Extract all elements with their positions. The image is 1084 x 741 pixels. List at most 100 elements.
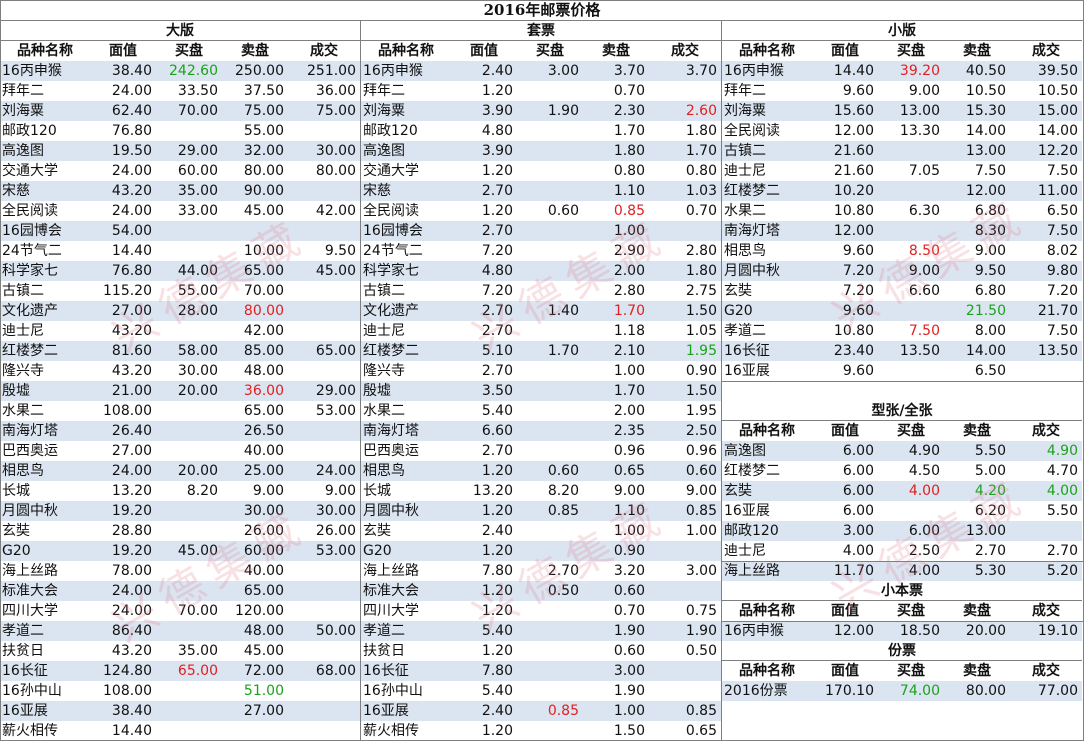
deal-price: 77.00: [1037, 683, 1078, 699]
bid-price: 20.00: [177, 383, 218, 399]
face-value: 108.00: [103, 403, 152, 419]
stamp-name: 16长征: [724, 343, 770, 359]
stamp-name: G20: [2, 543, 31, 559]
face-value: 10.20: [833, 183, 874, 199]
column-header: 面值: [109, 43, 137, 59]
stamp-name: 海上丝路: [363, 563, 419, 579]
ask-price: 1.90: [613, 623, 645, 639]
column-header: 面值: [831, 603, 859, 619]
face-value: 6.00: [842, 443, 874, 459]
ask-price: 250.00: [235, 63, 284, 79]
face-value: 6.00: [842, 503, 874, 519]
stamp-name: 刘海粟: [724, 103, 766, 119]
deal-price: 1.80: [685, 123, 717, 139]
deal-price: [649, 221, 721, 241]
bid-price: 60.00: [177, 163, 218, 179]
face-value: 14.40: [111, 723, 152, 739]
stamp-name: 扶贫日: [2, 643, 44, 659]
face-value: 7.20: [481, 283, 513, 299]
stamp-name: 红楼梦二: [724, 463, 780, 479]
deal-price: 0.85: [685, 503, 717, 519]
ask-price: 8.00: [974, 323, 1006, 339]
deal-price: [288, 301, 360, 321]
section-divider: [722, 621, 1084, 622]
stamp-name: 南海灯塔: [2, 423, 58, 439]
face-value: 6.00: [842, 483, 874, 499]
bid-price: 20.00: [177, 463, 218, 479]
deal-price: 50.00: [315, 623, 356, 639]
bid-price: [517, 381, 583, 401]
deal-price: [288, 281, 360, 301]
stamp-name: 全民阅读: [724, 123, 780, 139]
ask-price: 13.00: [965, 143, 1006, 159]
deal-price: [649, 81, 721, 101]
ask-price: 80.00: [965, 683, 1006, 699]
stamp-name: 巴西奥运: [2, 443, 58, 459]
stamp-name: 宋慈: [363, 183, 391, 199]
bid-price: [156, 561, 222, 581]
face-value: 108.00: [103, 683, 152, 699]
face-value: 24.00: [111, 203, 152, 219]
stamp-name: 高逸图: [2, 143, 44, 159]
deal-price: 5.20: [1046, 563, 1078, 579]
bid-price: [517, 541, 583, 561]
face-value: 19.50: [111, 143, 152, 159]
bid-price: 30.00: [177, 363, 218, 379]
ask-price: 6.50: [974, 363, 1006, 379]
deal-price: 3.70: [685, 63, 717, 79]
deal-price: 6.50: [1046, 203, 1078, 219]
face-value: 1.20: [481, 203, 513, 219]
bid-price: [156, 521, 222, 541]
bid-price: 6.00: [908, 523, 940, 539]
stamp-name: 水果二: [724, 203, 766, 219]
face-value: 12.00: [833, 223, 874, 239]
face-value: 1.20: [481, 723, 513, 739]
stamp-name: 孝道二: [2, 623, 44, 639]
bid-price: 0.85: [547, 503, 579, 519]
section-title-xingzhang: 型张/全张: [871, 403, 933, 419]
face-value: 1.20: [481, 503, 513, 519]
stamp-name: 海上丝路: [2, 563, 58, 579]
ask-price: 5.50: [974, 443, 1006, 459]
stamp-name: 长城: [363, 483, 391, 499]
stamp-name: 水果二: [2, 403, 44, 419]
ask-price: 48.00: [243, 623, 284, 639]
ask-price: 120.00: [235, 603, 284, 619]
sheet-border: [0, 0, 1, 741]
ask-price: 25.00: [243, 463, 284, 479]
stamp-name: 古镇二: [363, 283, 405, 299]
stamp-name: 拜年二: [2, 83, 44, 99]
column-header: 品种名称: [739, 43, 795, 59]
column-header: 卖盘: [963, 43, 991, 59]
bid-price: 1.40: [547, 303, 579, 319]
bid-price: 1.70: [547, 343, 579, 359]
face-value: 43.20: [111, 643, 152, 659]
ask-price: 0.96: [613, 443, 645, 459]
bid-price: [517, 621, 583, 641]
face-value: 21.60: [833, 143, 874, 159]
bid-price: 13.50: [899, 343, 940, 359]
column-header: 品种名称: [739, 603, 795, 619]
bid-price: 0.50: [547, 583, 579, 599]
deal-price: 2.80: [685, 243, 717, 259]
face-value: 38.40: [111, 703, 152, 719]
stamp-name: 16丙申猴: [363, 63, 423, 79]
ask-price: 1.18: [613, 323, 645, 339]
stamp-name: 扶贫日: [363, 643, 405, 659]
deal-price: 4.00: [1046, 483, 1078, 499]
ask-price: 1.10: [613, 503, 645, 519]
bid-price: [156, 681, 222, 701]
bid-price: [517, 161, 583, 181]
ask-price: 2.80: [613, 283, 645, 299]
face-value: 86.40: [111, 623, 152, 639]
face-value: 24.00: [111, 83, 152, 99]
face-value: 3.90: [481, 143, 513, 159]
deal-price: 30.00: [315, 143, 356, 159]
ask-price: 20.00: [965, 623, 1006, 639]
bid-price: [156, 501, 222, 521]
deal-price: 0.65: [685, 723, 717, 739]
ask-price: 0.60: [613, 583, 645, 599]
bid-price: [156, 721, 222, 741]
stamp-name: 24节气二: [363, 243, 423, 259]
ask-price: 15.30: [965, 103, 1006, 119]
